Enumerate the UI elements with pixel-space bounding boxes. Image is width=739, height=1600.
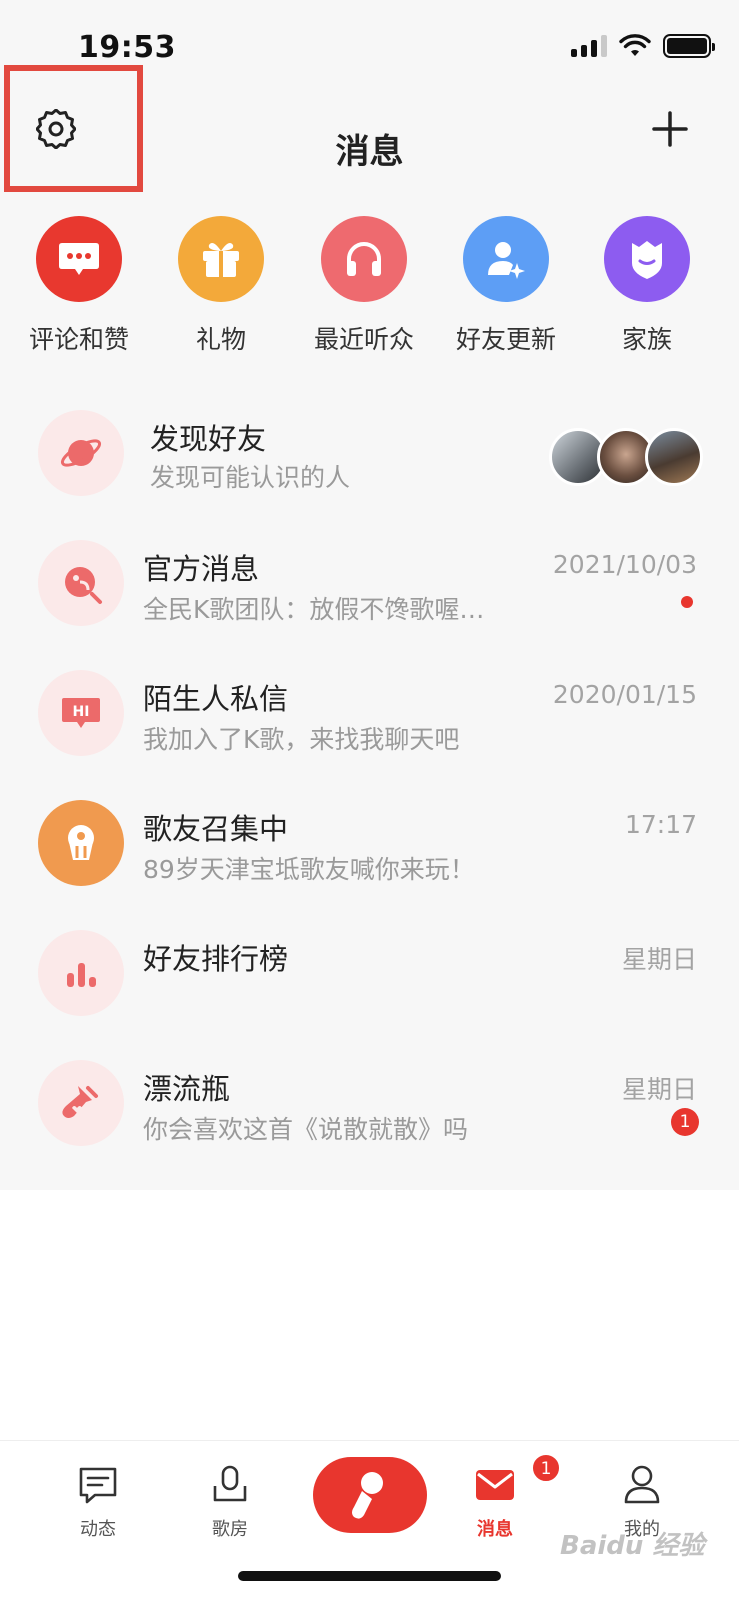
tab-label: 消息 — [477, 1519, 513, 1540]
message-subtitle: 你会喜欢这首《说散就散》吗 — [143, 1115, 469, 1144]
quick-recent-listeners[interactable]: 最近听众 — [294, 216, 434, 356]
bar-chart-icon — [38, 930, 124, 1016]
user-update-icon — [463, 216, 549, 302]
unread-dot — [681, 596, 693, 608]
add-button[interactable] — [649, 108, 691, 150]
balloon-icon — [38, 800, 124, 886]
quick-actions-row: 评论和赞 礼物 最近听众 好友更新 家族 — [0, 216, 739, 366]
hi-icon: HI — [38, 670, 124, 756]
quick-comments-likes[interactable]: 评论和赞 — [9, 216, 149, 356]
plus-icon — [652, 111, 688, 147]
page-title: 消息 — [335, 132, 404, 172]
tab-label: 歌房 — [212, 1519, 248, 1540]
message-title: 官方消息 — [143, 552, 260, 586]
message-time: 17:17 — [624, 810, 697, 839]
message-row-drift-bottle[interactable]: 漂流瓶 你会喜欢这首《说散就散》吗 星期日 1 — [0, 1050, 739, 1180]
quick-label: 最近听众 — [313, 325, 414, 354]
sing-icon — [352, 1472, 383, 1519]
bottle-icon — [38, 1060, 124, 1146]
comment-icon — [36, 216, 122, 302]
battery-icon — [663, 34, 715, 58]
quick-friend-updates[interactable]: 好友更新 — [436, 216, 576, 356]
official-icon — [38, 540, 124, 626]
tab-label: 动态 — [80, 1519, 116, 1540]
message-title: 发现好友 — [150, 422, 267, 456]
quick-label: 家族 — [621, 325, 672, 354]
message-subtitle: 我加入了K歌，来找我聊天吧 — [143, 725, 460, 754]
tab-messages[interactable]: 1 消息 — [445, 1453, 561, 1541]
wifi-icon — [619, 34, 651, 56]
message-row-official[interactable]: 官方消息 全民K歌团队：放假不馋歌喔… 2021/10/03 — [0, 530, 739, 660]
quick-label: 好友更新 — [455, 325, 556, 354]
svg-text:HI: HI — [73, 704, 90, 720]
unread-badge: 1 — [671, 1108, 699, 1136]
watermark: Baidu 经验 — [560, 1531, 705, 1561]
mic-room-icon — [208, 1463, 252, 1507]
message-title: 陌生人私信 — [143, 682, 289, 716]
headphones-icon — [321, 216, 407, 302]
message-row-friend-ranking[interactable]: 好友排行榜 星期日 — [0, 920, 739, 1050]
tab-song-room[interactable]: 歌房 — [180, 1463, 280, 1541]
home-indicator[interactable] — [238, 1571, 501, 1581]
message-subtitle: 全民K歌团队：放假不馋歌喔… — [143, 595, 485, 624]
message-time: 2020/01/15 — [552, 680, 697, 709]
message-time: 2021/10/03 — [552, 550, 697, 579]
tab-feed[interactable]: 动态 — [48, 1463, 148, 1541]
message-time: 星期日 — [621, 945, 697, 974]
message-subtitle: 发现可能认识的人 — [150, 463, 351, 492]
gift-icon — [178, 216, 264, 302]
suggested-friends-avatars — [549, 428, 703, 486]
status-time: 19:53 — [78, 30, 176, 65]
quick-gifts[interactable]: 礼物 — [151, 216, 291, 356]
feed-icon — [76, 1463, 120, 1507]
quick-label: 礼物 — [195, 325, 246, 354]
message-row-singer-recruit[interactable]: 歌友召集中 89岁天津宝坻歌友喊你来玩！ 17:17 — [0, 790, 739, 920]
message-subtitle: 89岁天津宝坻歌友喊你来玩！ — [143, 855, 475, 884]
mail-icon: 1 — [473, 1453, 561, 1507]
message-row-stranger-dm[interactable]: HI 陌生人私信 我加入了K歌，来找我聊天吧 2020/01/15 — [0, 660, 739, 790]
tab-badge: 1 — [531, 1453, 561, 1483]
message-time: 星期日 — [621, 1075, 697, 1104]
signal-icon — [571, 35, 607, 57]
message-title: 歌友召集中 — [143, 812, 289, 846]
profile-icon — [620, 1463, 664, 1507]
status-icons — [571, 34, 715, 58]
avatar — [645, 428, 703, 486]
family-shield-icon — [604, 216, 690, 302]
planet-icon — [38, 410, 124, 496]
sing-button[interactable] — [313, 1457, 427, 1533]
quick-label: 评论和赞 — [28, 325, 129, 354]
message-title: 好友排行榜 — [143, 942, 289, 976]
quick-family[interactable]: 家族 — [577, 216, 717, 356]
message-title: 漂流瓶 — [143, 1072, 231, 1106]
